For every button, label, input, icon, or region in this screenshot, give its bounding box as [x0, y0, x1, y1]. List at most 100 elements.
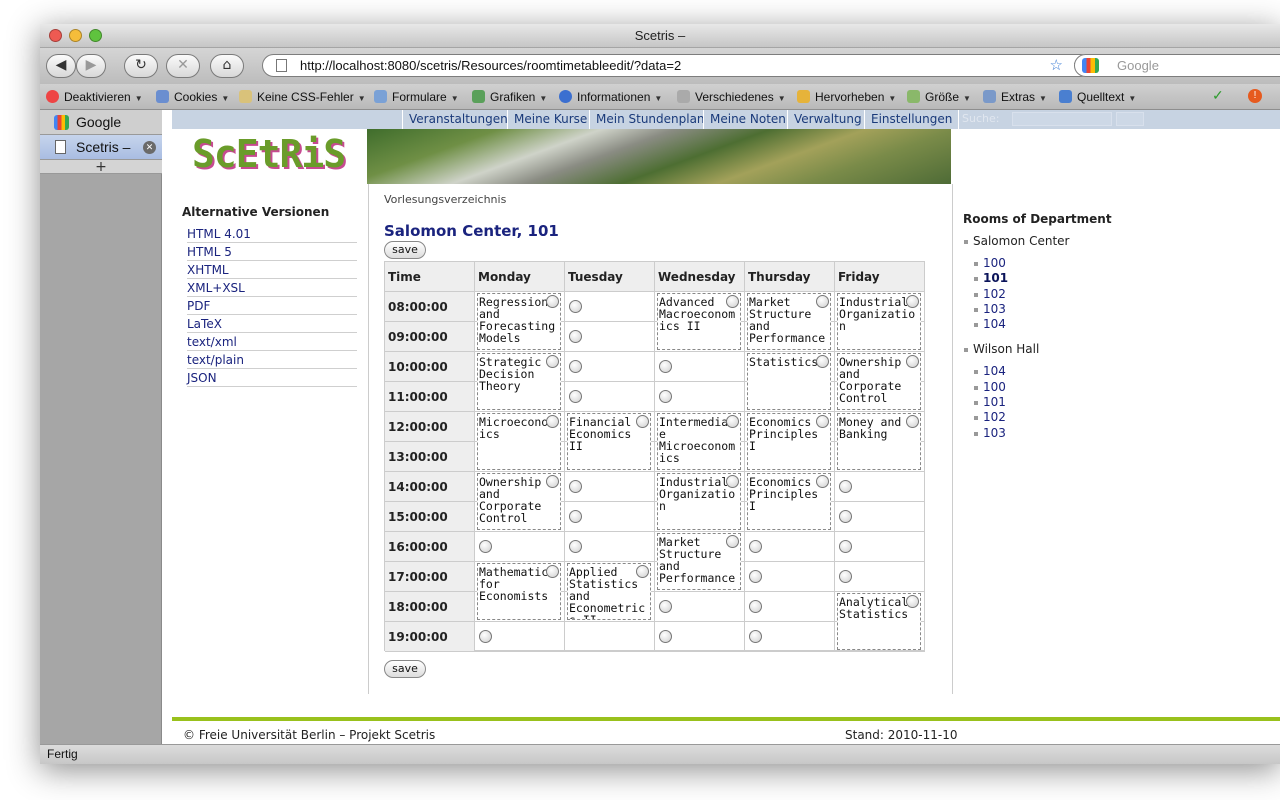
course-block[interactable]: Financial Economics II — [567, 413, 651, 470]
toolbar-item-cookies[interactable]: Cookies ▼ — [156, 90, 229, 104]
save-button-top[interactable]: save — [384, 241, 426, 259]
minimize-window-button[interactable] — [69, 29, 82, 42]
slot-radio[interactable] — [659, 600, 672, 613]
room-link[interactable]: 104 — [963, 364, 1163, 379]
course-radio[interactable] — [636, 415, 649, 428]
course-radio[interactable] — [906, 355, 919, 368]
stop-button[interactable]: ✕ — [166, 54, 200, 78]
course-block[interactable]: Microeconomics — [477, 413, 561, 470]
room-link[interactable]: 100 — [963, 380, 1163, 395]
slot-radio[interactable] — [839, 570, 852, 583]
toolbar-item-disable[interactable]: Deaktivieren ▼ — [46, 90, 143, 104]
tab-scetris[interactable]: Scetris – ✕ — [40, 135, 162, 160]
slot-radio[interactable] — [569, 330, 582, 343]
nav-meine-kurse[interactable]: Meine Kurse — [507, 110, 594, 129]
alt-version-link[interactable]: HTML 4.01 — [187, 225, 357, 243]
nav-einstellungen[interactable]: Einstellungen — [864, 110, 960, 129]
course-radio[interactable] — [816, 415, 829, 428]
course-block[interactable]: Strategic Decision Theory — [477, 353, 561, 410]
course-radio[interactable] — [546, 565, 559, 578]
slot-radio[interactable] — [659, 390, 672, 403]
course-block[interactable]: Intermediate Microeconomics — [657, 413, 741, 470]
course-block[interactable]: Advanced Macroeconomics II — [657, 293, 741, 350]
course-radio[interactable] — [816, 475, 829, 488]
alt-version-link[interactable]: PDF — [187, 297, 357, 315]
address-bar[interactable]: http://localhost:8080/scetris/Resources/… — [262, 54, 1092, 77]
course-radio[interactable] — [546, 415, 559, 428]
slot-radio[interactable] — [569, 360, 582, 373]
toolbar-item-css[interactable]: Keine CSS-Fehler ▼ — [239, 90, 366, 104]
nav-veranstaltungen[interactable]: Veranstaltungen — [402, 110, 514, 129]
course-radio[interactable] — [546, 475, 559, 488]
course-block[interactable]: Industrial Organization — [837, 293, 921, 350]
room-link[interactable]: 101 — [963, 271, 1163, 286]
slot-radio[interactable] — [659, 360, 672, 373]
alt-version-link[interactable]: HTML 5 — [187, 243, 357, 261]
course-block[interactable]: Ownership and Corporate Control — [837, 353, 921, 410]
back-button[interactable]: ◀ — [46, 54, 76, 78]
alt-version-link[interactable]: LaTeX — [187, 315, 357, 333]
slot-radio[interactable] — [569, 510, 582, 523]
course-radio[interactable] — [906, 415, 919, 428]
course-block[interactable]: Regression and Forecasting Models — [477, 293, 561, 350]
toolbar-item-outline[interactable]: Hervorheben ▼ — [797, 90, 896, 104]
slot-radio[interactable] — [839, 510, 852, 523]
course-block[interactable]: Market Structure and Performance — [657, 533, 741, 590]
slot-radio[interactable] — [839, 540, 852, 553]
room-link[interactable]: 102 — [963, 410, 1163, 425]
course-block[interactable]: Market Structure and Performance — [747, 293, 831, 350]
course-block[interactable]: Statistics — [747, 353, 831, 410]
toolbar-item-tools[interactable]: Extras ▼ — [983, 90, 1047, 104]
room-link[interactable]: 104 — [963, 317, 1163, 332]
error-icon[interactable]: ! — [1248, 89, 1262, 103]
course-block[interactable]: Analytical Statistics — [837, 593, 921, 650]
slot-radio[interactable] — [749, 570, 762, 583]
course-radio[interactable] — [906, 295, 919, 308]
forward-button[interactable]: ▶ — [76, 54, 106, 78]
close-window-button[interactable] — [49, 29, 62, 42]
save-button-bottom[interactable]: save — [384, 660, 426, 678]
site-search-button[interactable] — [1116, 112, 1144, 126]
slot-radio[interactable] — [479, 630, 492, 643]
slot-radio[interactable] — [659, 630, 672, 643]
nav-mein-stundenplan[interactable]: Mein Stundenplan — [589, 110, 711, 129]
toolbar-item-resize[interactable]: Größe ▼ — [907, 90, 971, 104]
course-radio[interactable] — [636, 565, 649, 578]
toolbar-item-source[interactable]: Quelltext ▼ — [1059, 90, 1136, 104]
toolbar-item-forms[interactable]: Formulare ▼ — [374, 90, 459, 104]
validation-ok-icon[interactable]: ✓ — [1212, 88, 1224, 102]
course-block[interactable]: Ownership and Corporate Control — [477, 473, 561, 530]
course-radio[interactable] — [546, 355, 559, 368]
slot-radio[interactable] — [749, 540, 762, 553]
course-block[interactable]: Industrial Organization — [657, 473, 741, 530]
toolbar-item-misc[interactable]: Verschiedenes ▼ — [677, 90, 786, 104]
course-radio[interactable] — [816, 295, 829, 308]
course-radio[interactable] — [726, 415, 739, 428]
alt-version-link[interactable]: text/xml — [187, 333, 357, 351]
slot-radio[interactable] — [479, 540, 492, 553]
slot-radio[interactable] — [839, 480, 852, 493]
breadcrumb[interactable]: Vorlesungsverzeichnis — [384, 193, 506, 206]
alt-version-link[interactable]: text/plain — [187, 351, 357, 369]
room-link[interactable]: 103 — [963, 426, 1163, 441]
room-link[interactable]: 102 — [963, 287, 1163, 302]
slot-radio[interactable] — [749, 600, 762, 613]
nav-meine-noten[interactable]: Meine Noten — [703, 110, 792, 129]
scetris-logo[interactable]: ScEtRiS — [192, 132, 346, 176]
course-block[interactable]: Economics Principles I — [747, 473, 831, 530]
tab-google[interactable]: Google — [40, 110, 162, 135]
course-block[interactable]: Applied Statistics and Econometrics II — [567, 563, 651, 620]
slot-radio[interactable] — [569, 390, 582, 403]
course-block[interactable]: Mathematics for Economists — [477, 563, 561, 620]
zoom-window-button[interactable] — [89, 29, 102, 42]
site-search-input[interactable] — [1012, 112, 1112, 126]
room-link[interactable]: 100 — [963, 256, 1163, 271]
nav-verwaltung[interactable]: Verwaltung — [787, 110, 868, 129]
course-block[interactable]: Money and Banking — [837, 413, 921, 470]
bookmark-star-icon[interactable]: ☆ — [1050, 55, 1063, 76]
room-link[interactable]: 101 — [963, 395, 1163, 410]
course-radio[interactable] — [816, 355, 829, 368]
course-radio[interactable] — [546, 295, 559, 308]
room-link[interactable]: 103 — [963, 302, 1163, 317]
toolbar-item-information[interactable]: Informationen ▼ — [559, 90, 662, 104]
